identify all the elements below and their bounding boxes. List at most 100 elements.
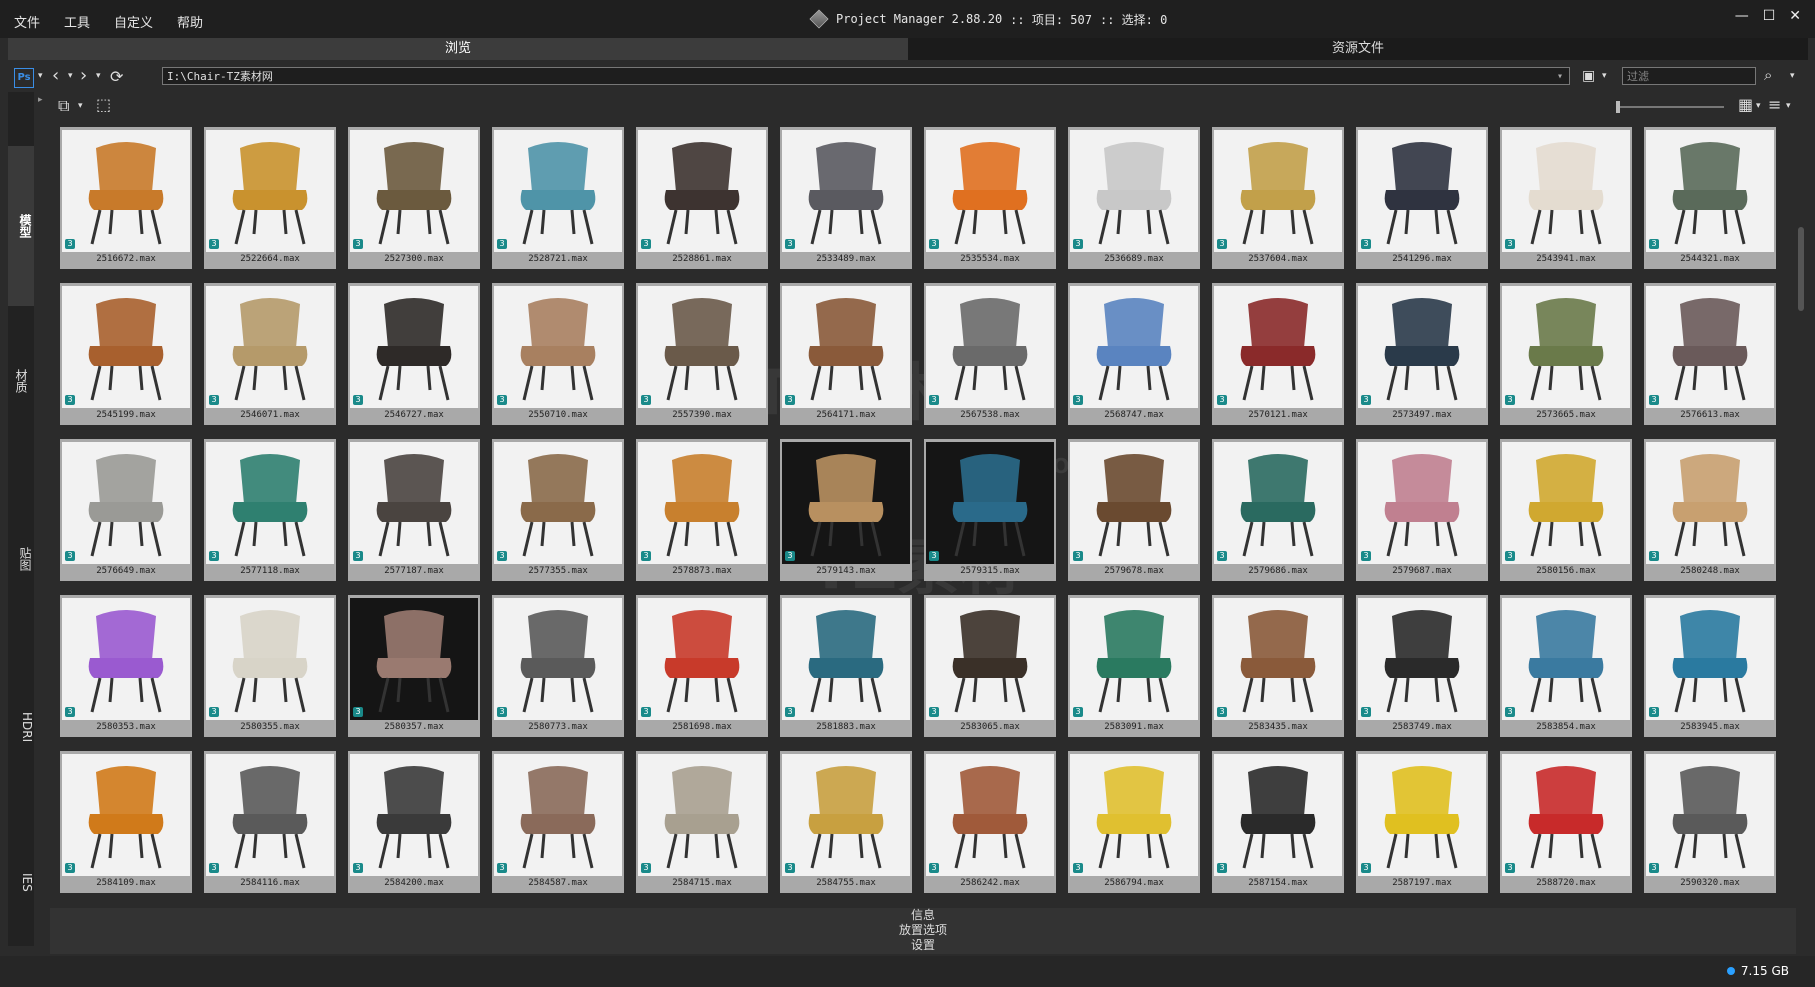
thumbnail-card[interactable]: 3 2580357.max	[348, 595, 480, 737]
thumbnail-card[interactable]: 3 2579315.max	[924, 439, 1056, 581]
search-dropdown-icon[interactable]: ▾	[1790, 71, 1795, 81]
path-input[interactable]: I:\Chair-TZ素材网 ▾	[162, 67, 1570, 85]
thumbnail-card[interactable]: 3 2536689.max	[1068, 127, 1200, 269]
thumbnail-card[interactable]: 3 2533489.max	[780, 127, 912, 269]
thumbnail-card[interactable]: 3 2579686.max	[1212, 439, 1344, 581]
thumbnail-card[interactable]: 3 2535534.max	[924, 127, 1056, 269]
thumbnail-card[interactable]: 3 2579687.max	[1356, 439, 1488, 581]
thumbnail-card[interactable]: 3 2546071.max	[204, 283, 336, 425]
ps-dropdown-icon[interactable]: ▾	[38, 71, 43, 81]
thumbnail-card[interactable]: 3 2528861.max	[636, 127, 768, 269]
thumbnail-card[interactable]: 3 2590320.max	[1644, 751, 1776, 893]
thumbnail-card[interactable]: 3 2587154.max	[1212, 751, 1344, 893]
bookmark-icon[interactable]: ▣	[1582, 68, 1595, 84]
thumbnail-card[interactable]: 3 2579678.max	[1068, 439, 1200, 581]
thumbnail-card[interactable]: 3 2573665.max	[1500, 283, 1632, 425]
panel-info[interactable]: 信息	[50, 908, 1796, 922]
thumbnail-card[interactable]: 3 2528721.max	[492, 127, 624, 269]
thumbnail-card[interactable]: 3 2578873.max	[636, 439, 768, 581]
thumbnail-card[interactable]: 3 2577355.max	[492, 439, 624, 581]
scrollbar-thumb[interactable]	[1798, 227, 1804, 311]
thumbnail-card[interactable]: 3 2583854.max	[1500, 595, 1632, 737]
package-icon[interactable]: ⬚	[96, 95, 111, 114]
thumbnail-card[interactable]: 3 2564171.max	[780, 283, 912, 425]
menu-customize[interactable]: 自定义	[114, 12, 153, 31]
panel-settings[interactable]: 设置	[50, 938, 1796, 952]
tab-resource-files[interactable]: 资源文件	[908, 38, 1808, 60]
thumbnail-card[interactable]: 3 2544321.max	[1644, 127, 1776, 269]
search-icon[interactable]: ⌕	[1764, 66, 1772, 84]
grid-scrollbar[interactable]	[1796, 124, 1806, 904]
bookmark-dropdown-icon[interactable]: ▾	[1602, 71, 1607, 81]
grid-view-icon[interactable]: ▦	[1738, 95, 1753, 114]
thumbnail-card[interactable]: 3 2570121.max	[1212, 283, 1344, 425]
thumbnail-card[interactable]: 3 2584200.max	[348, 751, 480, 893]
thumbnail-card[interactable]: 3 2586794.max	[1068, 751, 1200, 893]
thumbnail-card[interactable]: 3 2543941.max	[1500, 127, 1632, 269]
thumbnail-card[interactable]: 3 2580248.max	[1644, 439, 1776, 581]
thumbnail-card[interactable]: 3 2580353.max	[60, 595, 192, 737]
sidebar-expand-icon[interactable]: ▸	[38, 95, 43, 105]
sidebar-item-models[interactable]: 模型	[8, 146, 34, 306]
tab-browse[interactable]: 浏览	[8, 38, 908, 60]
sidebar-item-ies[interactable]: IES	[8, 822, 34, 942]
thumbnail-card[interactable]: 3 2567538.max	[924, 283, 1056, 425]
grid-view-dropdown-icon[interactable]: ▾	[1756, 101, 1761, 111]
refresh-icon[interactable]: ⟳	[110, 67, 123, 86]
sort-dropdown-icon[interactable]: ▾	[1786, 101, 1791, 111]
sidebar-item-hdri[interactable]: HDRI	[8, 652, 34, 802]
thumbnail-card[interactable]: 3 2516672.max	[60, 127, 192, 269]
minimize-button[interactable]: —	[1735, 8, 1749, 24]
close-button[interactable]: ✕	[1789, 8, 1801, 24]
sidebar-item-materials[interactable]: 材质	[8, 306, 34, 456]
thumbnail-card[interactable]: 3 2546727.max	[348, 283, 480, 425]
thumbnail-card[interactable]: 3 2588720.max	[1500, 751, 1632, 893]
thumbnail-card[interactable]: 3 2581698.max	[636, 595, 768, 737]
thumbnail-card[interactable]: 3 2583749.max	[1356, 595, 1488, 737]
thumbnail-card[interactable]: 3 2580773.max	[492, 595, 624, 737]
thumbnail-card[interactable]: 3 2577187.max	[348, 439, 480, 581]
thumbnail-card[interactable]: 3 2583091.max	[1068, 595, 1200, 737]
thumbnail-card[interactable]: 3 2587197.max	[1356, 751, 1488, 893]
sort-icon[interactable]: ≡	[1768, 95, 1781, 114]
slider-knob[interactable]	[1616, 101, 1620, 113]
menu-help[interactable]: 帮助	[177, 12, 203, 31]
thumbnail-card[interactable]: 3 2568747.max	[1068, 283, 1200, 425]
forward-icon[interactable]: ›	[80, 65, 87, 86]
thumbnail-card[interactable]: 3 2586242.max	[924, 751, 1056, 893]
thumbnail-card[interactable]: 3 2583945.max	[1644, 595, 1776, 737]
thumbnail-card[interactable]: 3 2576613.max	[1644, 283, 1776, 425]
thumbnail-card[interactable]: 3 2580355.max	[204, 595, 336, 737]
thumbnail-card[interactable]: 3 2577118.max	[204, 439, 336, 581]
thumbnail-card[interactable]: 3 2550710.max	[492, 283, 624, 425]
filter-input[interactable]: 过滤	[1622, 67, 1756, 85]
thumbnail-card[interactable]: 3 2584587.max	[492, 751, 624, 893]
thumbnail-card[interactable]: 3 2522664.max	[204, 127, 336, 269]
thumbnail-card[interactable]: 3 2545199.max	[60, 283, 192, 425]
thumbnail-size-slider[interactable]	[1616, 101, 1724, 113]
thumbnail-card[interactable]: 3 2584116.max	[204, 751, 336, 893]
panel-placement-options[interactable]: 放置选项	[50, 923, 1796, 937]
maximize-button[interactable]: ☐	[1763, 8, 1776, 24]
sidebar-item-maps[interactable]: 贴图	[8, 484, 34, 634]
thumbnail-card[interactable]: 3 2584715.max	[636, 751, 768, 893]
sync-dropdown-icon[interactable]: ▾	[78, 101, 83, 111]
thumbnail-card[interactable]: 3 2583065.max	[924, 595, 1056, 737]
sync-icon[interactable]: ⧉	[58, 96, 69, 116]
forward-dropdown-icon[interactable]: ▾	[96, 71, 101, 81]
thumbnail-card[interactable]: 3 2583435.max	[1212, 595, 1344, 737]
thumbnail-card[interactable]: 3 2579143.max	[780, 439, 912, 581]
thumbnail-card[interactable]: 3 2584755.max	[780, 751, 912, 893]
thumbnail-card[interactable]: 3 2557390.max	[636, 283, 768, 425]
thumbnail-card[interactable]: 3 2576649.max	[60, 439, 192, 581]
back-dropdown-icon[interactable]: ▾	[68, 71, 73, 81]
thumbnail-card[interactable]: 3 2527300.max	[348, 127, 480, 269]
thumbnail-card[interactable]: 3 2581883.max	[780, 595, 912, 737]
menu-tools[interactable]: 工具	[64, 12, 90, 31]
thumbnail-card[interactable]: 3 2541296.max	[1356, 127, 1488, 269]
back-icon[interactable]: ‹	[52, 65, 59, 86]
path-dropdown-icon[interactable]: ▾	[1557, 68, 1563, 86]
thumbnail-card[interactable]: 3 2573497.max	[1356, 283, 1488, 425]
thumbnail-card[interactable]: 3 2580156.max	[1500, 439, 1632, 581]
photoshop-icon[interactable]: Ps	[14, 68, 34, 88]
